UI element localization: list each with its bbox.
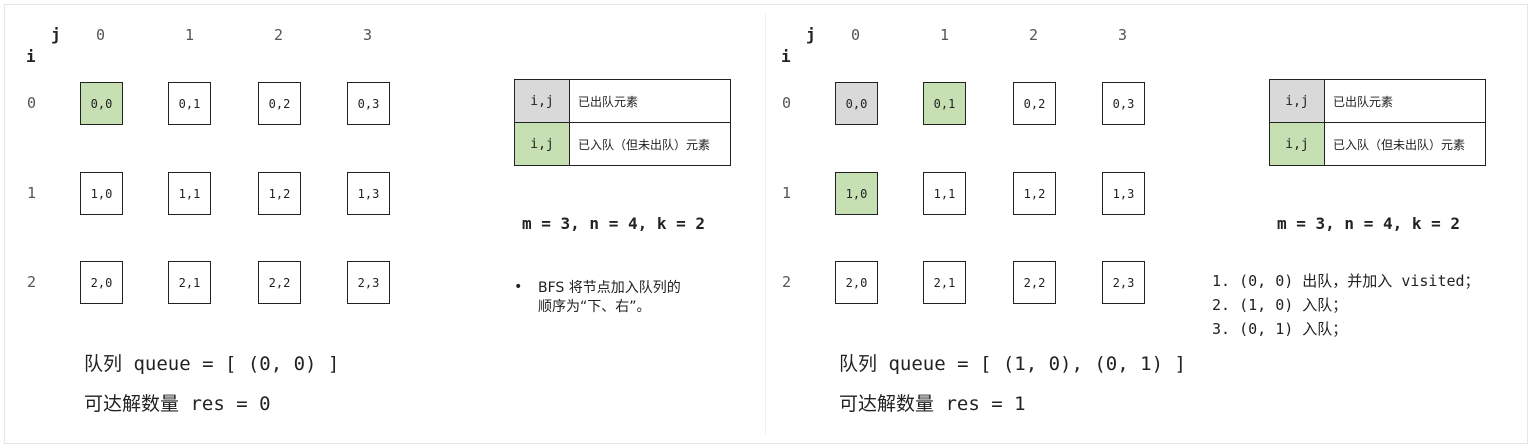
legend-desc-visited: 已出队元素 xyxy=(569,79,731,123)
axis-j-label: j xyxy=(806,25,816,44)
legend-desc-queued: 已入队（但未出队）元素 xyxy=(569,122,731,166)
row-label: 0 xyxy=(782,94,792,112)
params-text: m = 3, n = 4, k = 2 xyxy=(522,214,706,233)
queue-label: 队列 xyxy=(839,353,878,375)
queue-value: queue = [ (1, 0), (0, 1) ] xyxy=(888,353,1186,375)
grid-cell: 1,3 xyxy=(1102,172,1145,215)
grid-cell: 2,0 xyxy=(835,261,878,304)
grid-cell: 2,2 xyxy=(258,261,301,304)
grid-cell: 2,1 xyxy=(168,261,211,304)
grid-cell: 1,0 xyxy=(835,172,878,215)
res-label: 可达解数量 xyxy=(84,393,180,415)
legend-swatch-queued: i,j xyxy=(1269,122,1325,166)
col-label: 2 xyxy=(274,26,284,44)
queue-value: queue = [ (0, 0) ] xyxy=(133,353,340,375)
grid-cell: 2,3 xyxy=(1102,261,1145,304)
grid-cell: 1,0 xyxy=(80,172,123,215)
grid-cell: 0,3 xyxy=(347,82,390,125)
legend-table: i,j 已出队元素 i,j 已入队（但未出队）元素 xyxy=(514,79,731,166)
legend-table: i,j 已出队元素 i,j 已入队（但未出队）元素 xyxy=(1269,79,1486,166)
grid-cell: 0,0 xyxy=(835,82,878,125)
col-label: 0 xyxy=(96,26,106,44)
row-label: 1 xyxy=(782,184,792,202)
axis-i-label: i xyxy=(781,47,791,66)
grid-cell: 0,3 xyxy=(1102,82,1145,125)
grid-cell: 1,3 xyxy=(347,172,390,215)
step-item: 1. (0, 0) 出队，并加入 visited； xyxy=(1212,272,1480,290)
params-text: m = 3, n = 4, k = 2 xyxy=(1277,214,1461,233)
grid-cell: 1,1 xyxy=(923,172,966,215)
res-value: res = 1 xyxy=(945,393,1026,415)
col-label: 2 xyxy=(1029,26,1039,44)
legend-swatch-visited: i,j xyxy=(514,79,570,123)
legend-desc-visited: 已出队元素 xyxy=(1324,79,1486,123)
legend-swatch-visited: i,j xyxy=(1269,79,1325,123)
row-label: 2 xyxy=(27,273,37,291)
col-label: 3 xyxy=(1118,26,1128,44)
step-item: 3. (0, 1) 入队； xyxy=(1212,320,1348,338)
axis-i-label: i xyxy=(26,47,36,66)
grid-cell: 2,3 xyxy=(347,261,390,304)
legend-swatch-queued: i,j xyxy=(514,122,570,166)
grid-cell: 0,2 xyxy=(1013,82,1056,125)
grid-cell: 1,2 xyxy=(258,172,301,215)
col-label: 1 xyxy=(185,26,195,44)
bfs-note-line: 顺序为“下、右”。 xyxy=(538,299,651,315)
grid-cell: 1,1 xyxy=(168,172,211,215)
res-line: 可达解数量 res = 0 xyxy=(84,389,271,416)
bfs-note: BFS 将节点加入队列的 顺序为“下、右”。 xyxy=(538,279,681,317)
res-label: 可达解数量 xyxy=(839,393,935,415)
grid-cell: 2,2 xyxy=(1013,261,1056,304)
col-label: 1 xyxy=(940,26,950,44)
steps-list: 1. (0, 0) 出队，并加入 visited； 2. (1, 0) 入队； … xyxy=(1212,269,1480,341)
bfs-note-line: BFS 将节点加入队列的 xyxy=(538,280,681,296)
panel-step-2: j i 0 1 2 3 0 1 2 0,0 0,1 0,2 0,3 1,0 1,… xyxy=(755,0,1515,448)
grid-cell: 0,1 xyxy=(168,82,211,125)
col-label: 3 xyxy=(363,26,373,44)
res-value: res = 0 xyxy=(190,393,271,415)
res-line: 可达解数量 res = 1 xyxy=(839,389,1026,416)
step-item: 2. (1, 0) 入队； xyxy=(1212,296,1348,314)
bullet-icon: • xyxy=(514,279,523,295)
grid-cell: 0,0 xyxy=(80,82,123,125)
queue-line: 队列 queue = [ (0, 0) ] xyxy=(84,349,339,376)
queue-label: 队列 xyxy=(84,353,123,375)
grid-cell: 0,2 xyxy=(258,82,301,125)
legend-desc-queued: 已入队（但未出队）元素 xyxy=(1324,122,1486,166)
axis-j-label: j xyxy=(51,25,61,44)
queue-line: 队列 queue = [ (1, 0), (0, 1) ] xyxy=(839,349,1186,376)
panel-step-1: j i 0 1 2 3 0 1 2 0,0 0,1 0,2 0,3 1,0 1,… xyxy=(0,0,760,448)
row-label: 0 xyxy=(27,94,37,112)
row-label: 2 xyxy=(782,273,792,291)
grid-cell: 2,1 xyxy=(923,261,966,304)
col-label: 0 xyxy=(851,26,861,44)
grid-cell: 1,2 xyxy=(1013,172,1056,215)
grid-cell: 0,1 xyxy=(923,82,966,125)
row-label: 1 xyxy=(27,184,37,202)
grid-cell: 2,0 xyxy=(80,261,123,304)
